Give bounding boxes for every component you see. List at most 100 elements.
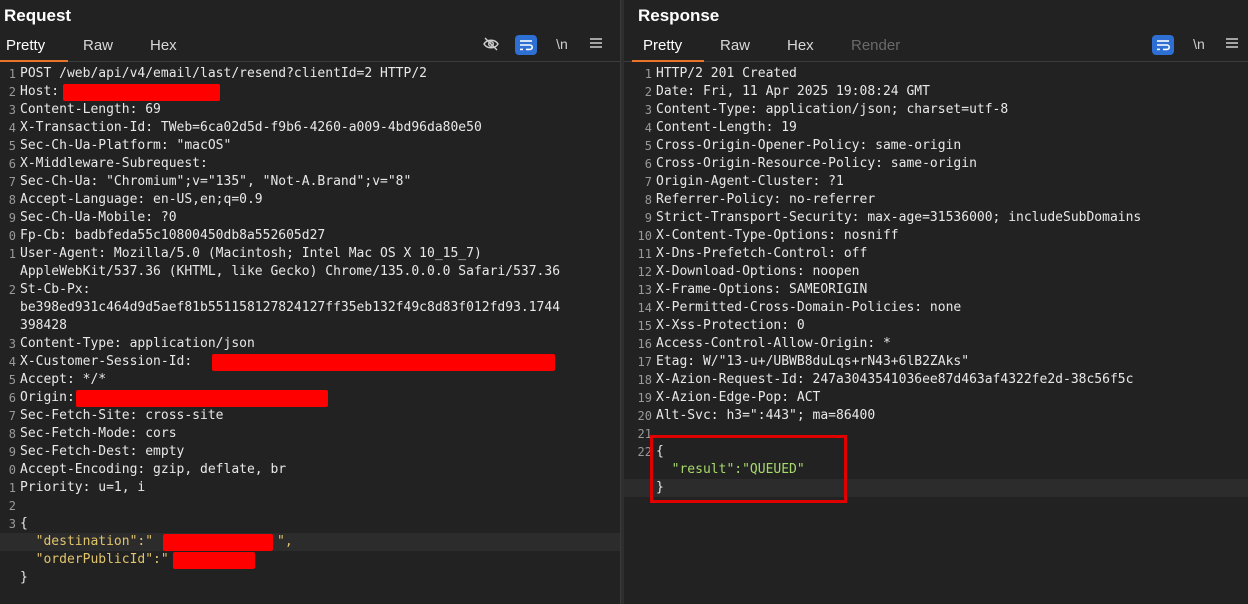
line-number: 6 <box>644 157 652 171</box>
line-number: 1 <box>8 247 16 261</box>
request-title: Request <box>4 6 72 25</box>
hide-nonprinting-icon[interactable] <box>480 36 502 55</box>
menu-icon[interactable] <box>1222 36 1242 53</box>
line-text: Access-Control-Allow-Origin: * <box>656 336 891 351</box>
request-code-view[interactable]: 1 POST /web/api/v4/email/last/resend?clie… <box>0 65 620 604</box>
code-line: 15 X-Xss-Protection: 0 <box>624 317 1248 335</box>
code-line: 9 Sec-Ch-Ua-Mobile: ?0 <box>0 209 620 227</box>
code-line: 7 Sec-Ch-Ua: "Chromium";v="135", "Not-A.B… <box>0 173 620 191</box>
line-text: Etag: W/"13-u+/UBWB8duLqs+rN43+6lB2ZAks" <box>656 354 970 369</box>
code-line: 6 Cross-Origin-Resource-Policy: same-orig… <box>624 155 1248 173</box>
line-text: St-Cb-Px: <box>20 282 91 297</box>
line-number: 14 <box>637 301 652 315</box>
line-number: 1 <box>8 481 16 495</box>
response-tabs: Pretty Raw Hex Render \n <box>624 33 1248 62</box>
code-line: 3 Content-Length: 69 <box>0 101 620 119</box>
code-line: 1 POST /web/api/v4/email/last/resend?clie… <box>0 65 620 83</box>
tab-raw[interactable]: Raw <box>720 37 750 54</box>
code-line: 6 Origin: <box>0 389 620 407</box>
line-text: Cross-Origin-Resource-Policy: same-origi… <box>656 156 977 171</box>
json-key-destination: "destination":" <box>20 534 154 549</box>
json-key-order-public-id: "orderPublicId":" <box>20 552 169 567</box>
line-text: X-Customer-Session-Id: <box>20 354 193 369</box>
line-text: X-Permitted-Cross-Domain-Policies: none <box>656 300 962 315</box>
code-line: 7 Origin-Agent-Cluster: ?1 <box>624 173 1248 191</box>
tab-hex[interactable]: Hex <box>150 37 177 54</box>
tab-pretty[interactable]: Pretty <box>643 37 682 54</box>
line-number: 6 <box>8 157 16 171</box>
line-text: X-Xss-Protection: 0 <box>656 318 805 333</box>
line-number: 13 <box>637 283 652 297</box>
word-wrap-icon[interactable] <box>1152 35 1174 55</box>
code-line: 5 Cross-Origin-Opener-Policy: same-origin <box>624 137 1248 155</box>
code-line: 5 Accept: */* <box>0 371 620 389</box>
line-text: Content-Type: application/json <box>20 336 255 351</box>
code-line: 5 Sec-Ch-Ua-Platform: "macOS" <box>0 137 620 155</box>
newline-toggle-button[interactable]: \n <box>552 36 572 52</box>
request-panel: Request Pretty Raw Hex \n 1 POST /web/api… <box>0 0 620 604</box>
line-text: { <box>20 516 28 531</box>
line-number: 4 <box>8 121 16 135</box>
line-text: Accept-Language: en-US,en;q=0.9 <box>20 192 263 207</box>
menu-icon[interactable] <box>586 36 606 53</box>
code-line: 4 X-Customer-Session-Id: <box>0 353 620 371</box>
redaction-order-id <box>173 552 255 569</box>
code-line: 19 X-Azion-Edge-Pop: ACT <box>624 389 1248 407</box>
line-text: X-Download-Options: noopen <box>656 264 860 279</box>
code-line: "destination":" ", <box>0 533 620 551</box>
line-text: Sec-Fetch-Site: cross-site <box>20 408 224 423</box>
line-number: 7 <box>8 175 16 189</box>
code-line: "orderPublicId":" <box>0 551 620 569</box>
json-punct: ", <box>277 534 293 549</box>
code-line: 18 X-Azion-Request-Id: 247a3043541036ee87… <box>624 371 1248 389</box>
line-number: 16 <box>637 337 652 351</box>
line-number: 2 <box>644 85 652 99</box>
code-line: 11 X-Dns-Prefetch-Control: off <box>624 245 1248 263</box>
word-wrap-icon[interactable] <box>515 35 537 55</box>
line-text: 398428 <box>20 318 67 333</box>
line-text: Priority: u=1, i <box>20 480 146 495</box>
line-number: 3 <box>644 103 652 117</box>
line-text: Alt-Svc: h3=":443"; ma=86400 <box>656 408 876 423</box>
code-line: } <box>0 569 620 587</box>
response-code-view[interactable]: 1 HTTP/2 201 Created 2 Date: Fri, 11 Apr 2… <box>624 65 1248 604</box>
line-number: 10 <box>637 229 652 243</box>
line-number: 3 <box>8 517 16 531</box>
line-text: X-Content-Type-Options: nosniff <box>656 228 899 243</box>
line-number: 9 <box>8 445 16 459</box>
line-text: X-Azion-Edge-Pop: ACT <box>656 390 821 405</box>
code-line: 17 Etag: W/"13-u+/UBWB8duLqs+rN43+6lB2ZAk… <box>624 353 1248 371</box>
line-number: 4 <box>644 121 652 135</box>
line-number: 20 <box>637 409 652 423</box>
line-number: 1 <box>8 67 16 81</box>
redaction-session-id <box>212 354 555 371</box>
line-text: Accept: */* <box>20 372 107 387</box>
code-line: 14 X-Permitted-Cross-Domain-Policies: non… <box>624 299 1248 317</box>
line-number: 5 <box>644 139 652 153</box>
code-line: 16 Access-Control-Allow-Origin: * <box>624 335 1248 353</box>
line-number: 0 <box>8 229 16 243</box>
code-line: AppleWebKit/537.36 (KHTML, like Gecko) C… <box>0 263 620 281</box>
redaction-origin <box>76 390 328 407</box>
tab-render[interactable]: Render <box>851 37 900 54</box>
line-text: Sec-Ch-Ua-Mobile: ?0 <box>20 210 177 225</box>
result-highlight-box <box>650 435 847 503</box>
code-line: 1 Priority: u=1, i <box>0 479 620 497</box>
code-line: 4 Content-Length: 19 <box>624 119 1248 137</box>
line-text: Content-Length: 69 <box>20 102 161 117</box>
response-title: Response <box>638 6 720 25</box>
line-text: Sec-Ch-Ua-Platform: "macOS" <box>20 138 232 153</box>
line-number: 17 <box>637 355 652 369</box>
code-line: be398ed931c464d9d5aef81b551158127824127f… <box>0 299 620 317</box>
line-text: X-Frame-Options: SAMEORIGIN <box>656 282 868 297</box>
line-number: 6 <box>8 391 16 405</box>
line-number: 3 <box>8 337 16 351</box>
tab-raw[interactable]: Raw <box>83 37 113 54</box>
code-line: 3 Content-Type: application/json <box>0 335 620 353</box>
tab-pretty[interactable]: Pretty <box>6 37 45 54</box>
line-number: 2 <box>8 85 16 99</box>
newline-toggle-button[interactable]: \n <box>1189 36 1209 52</box>
line-text: POST /web/api/v4/email/last/resend?clien… <box>20 66 427 81</box>
tab-hex[interactable]: Hex <box>787 37 814 54</box>
line-text: Content-Type: application/json; charset=… <box>656 102 1009 117</box>
